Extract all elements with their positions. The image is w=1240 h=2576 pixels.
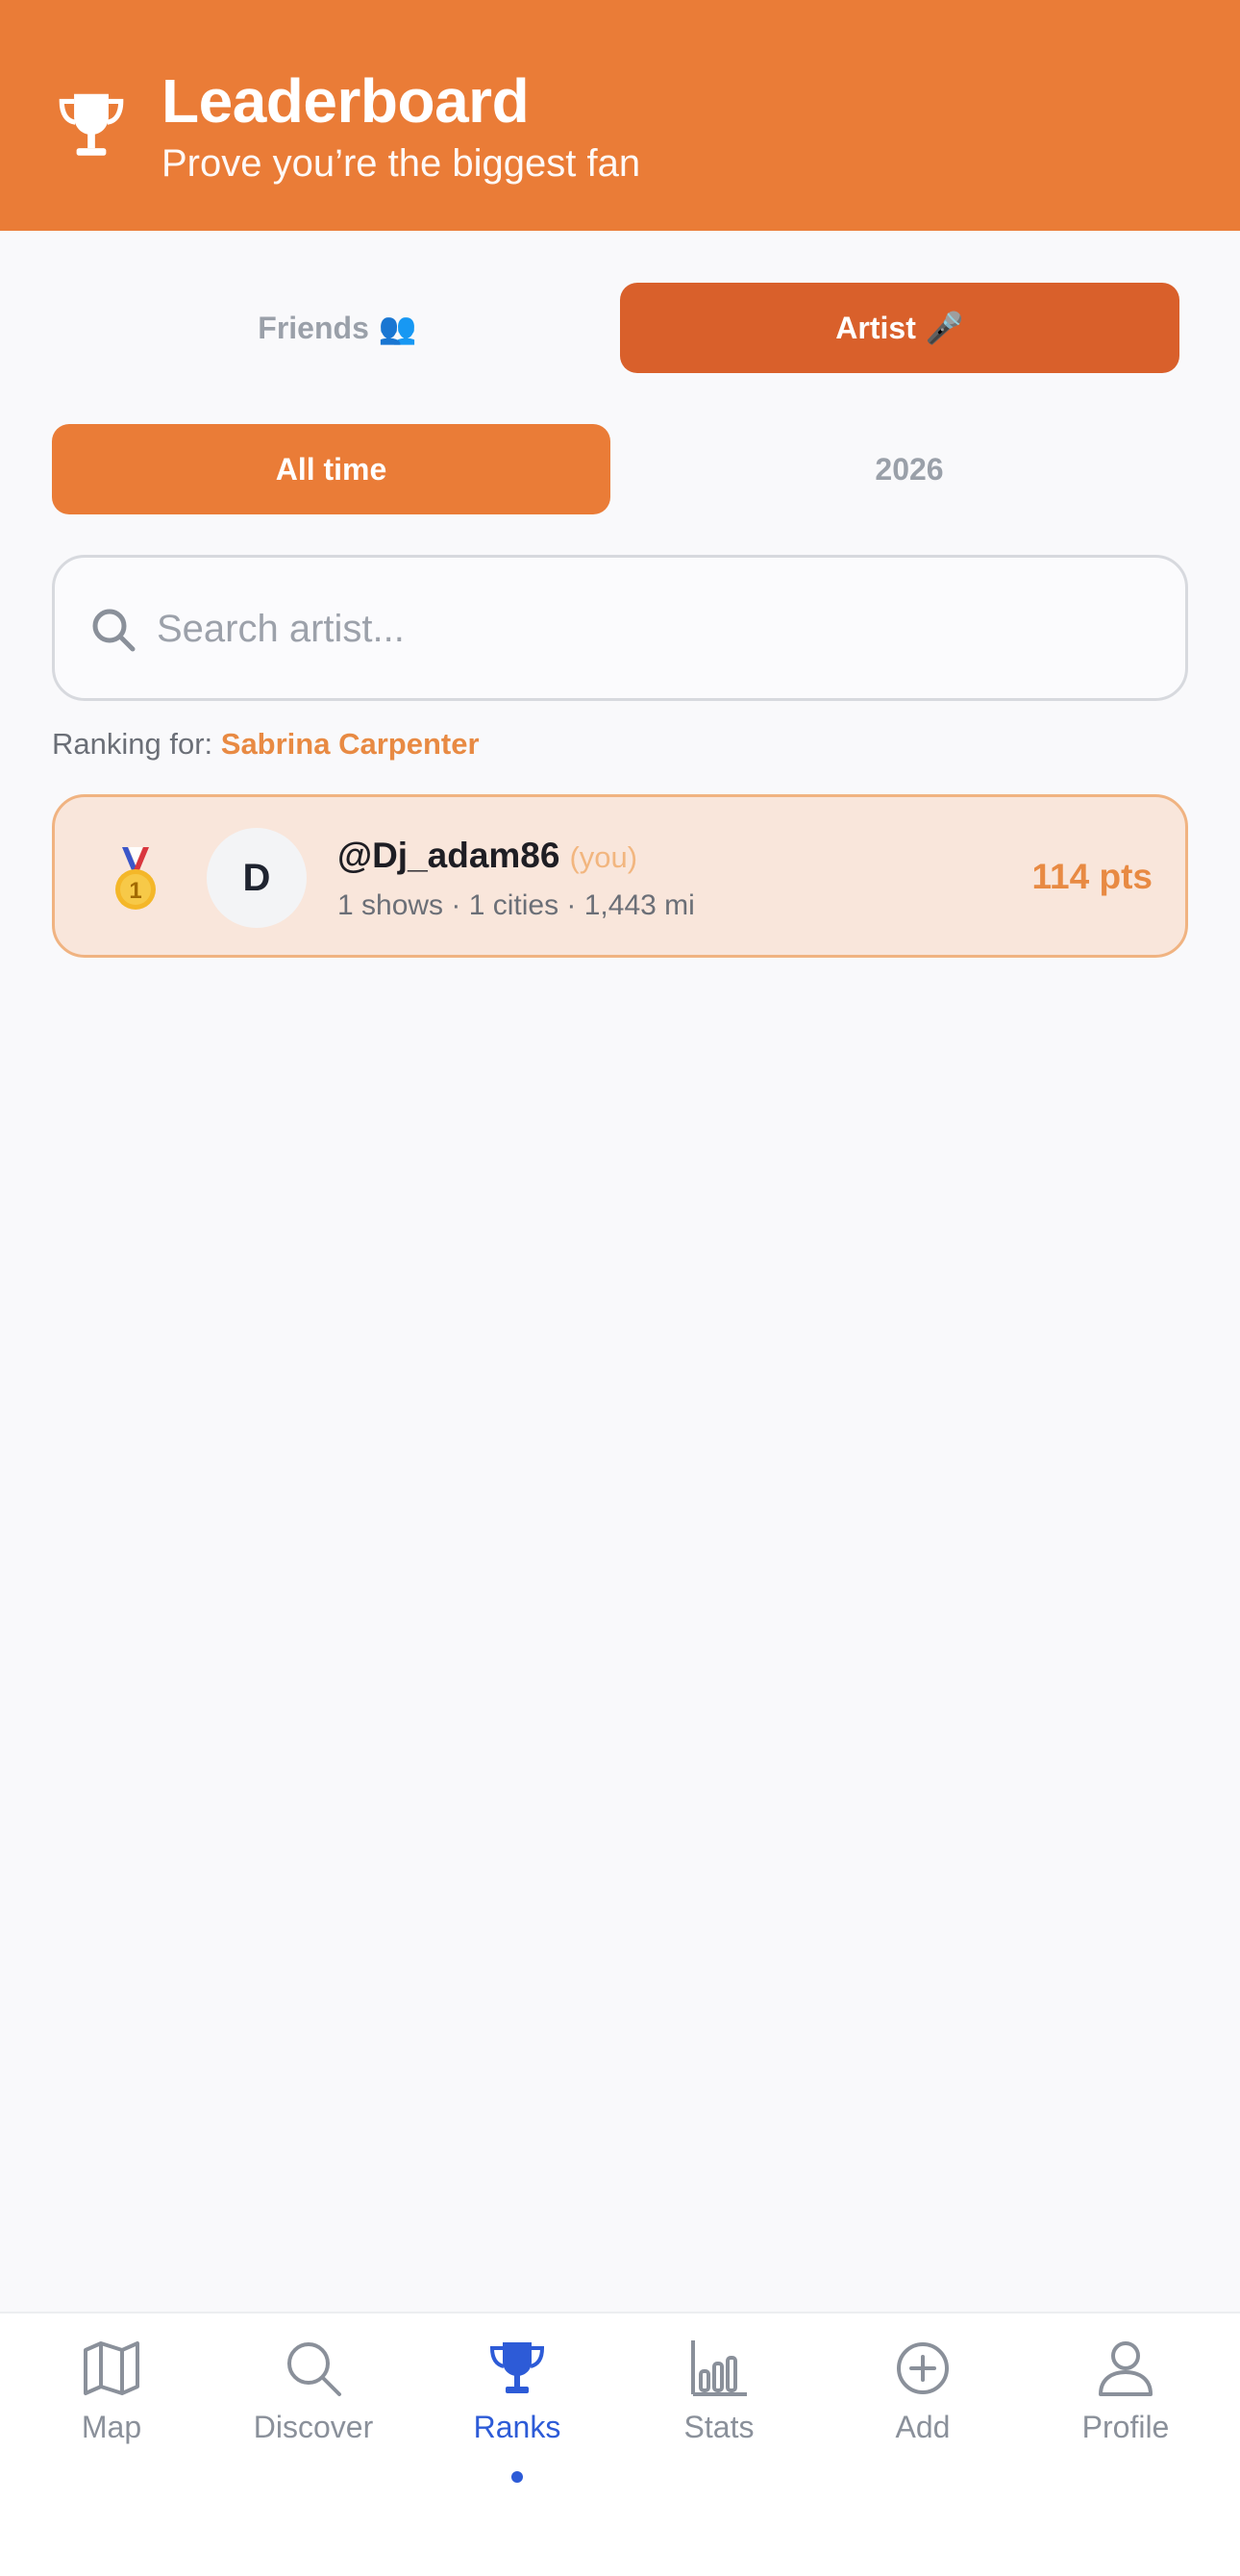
nav-map[interactable]: Map (15, 2337, 208, 2481)
page-title: Leaderboard (161, 66, 530, 136)
tab-label: All time (275, 451, 387, 487)
nav-label: Stats (683, 2410, 755, 2444)
search-input[interactable] (157, 590, 1156, 667)
svg-text:1: 1 (129, 878, 141, 904)
nav-label: Map (81, 2410, 142, 2444)
nav-discover[interactable]: Discover (217, 2337, 409, 2481)
tab-all-time[interactable]: All time (52, 424, 610, 514)
nav-stats[interactable]: Stats (623, 2337, 815, 2481)
nav-label: Ranks (473, 2410, 561, 2444)
tab-friends[interactable]: Friends 👥 (52, 283, 623, 373)
avatar: D (207, 828, 307, 928)
plus-circle-icon (897, 2342, 949, 2394)
you-label: (you) (569, 840, 638, 874)
nav-label: Add (895, 2410, 951, 2444)
bar-chart-icon (691, 2340, 747, 2396)
map-icon (84, 2341, 139, 2395)
nav-label: Discover (253, 2410, 374, 2444)
search-icon (287, 2342, 341, 2396)
nav-profile[interactable]: Profile (1029, 2337, 1222, 2481)
nav-label: Profile (1081, 2410, 1170, 2444)
active-indicator (511, 2471, 523, 2483)
trophy-icon (489, 2342, 545, 2393)
leaderboard-screen: Leaderboard Prove you’re the biggest fan… (0, 0, 1240, 2576)
user-stats: 1 shows · 1 cities · 1,443 mi (337, 889, 695, 921)
ranking-for-artist: Sabrina Carpenter (220, 727, 480, 761)
leaderboard-row[interactable]: 1 D @Dj_adam86 (you) 1 shows · 1 cities ·… (52, 794, 1188, 958)
tab-label: Friends (258, 310, 369, 345)
tab-label: Artist (835, 310, 916, 345)
tab-artist[interactable]: Artist 🎤 (620, 283, 1179, 373)
username: @Dj_adam86 (you) (337, 836, 637, 876)
microphone-icon: 🎤 (925, 311, 964, 345)
user-icon (1099, 2341, 1153, 2396)
search-box (52, 555, 1188, 701)
header: Leaderboard Prove you’re the biggest fan (0, 0, 1240, 231)
points: 114 pts (1031, 857, 1153, 896)
friends-icon: 👥 (378, 311, 417, 345)
gold-medal-icon: 1 (115, 847, 156, 910)
ranking-for: Ranking for: Sabrina Carpenter (52, 727, 480, 762)
tab-2026[interactable]: 2026 (630, 424, 1189, 514)
tab-label: 2026 (875, 451, 944, 487)
search-icon (92, 609, 136, 652)
trophy-icon (59, 93, 124, 156)
ranking-for-prefix: Ranking for: (52, 727, 213, 761)
username-text: @Dj_adam86 (337, 836, 560, 875)
page-subtitle: Prove you’re the biggest fan (161, 142, 641, 185)
nav-ranks[interactable]: Ranks (421, 2337, 613, 2483)
bottom-nav: Map Discover Ranks Stats Add Profile (0, 2312, 1240, 2576)
nav-add[interactable]: Add (827, 2337, 1019, 2481)
